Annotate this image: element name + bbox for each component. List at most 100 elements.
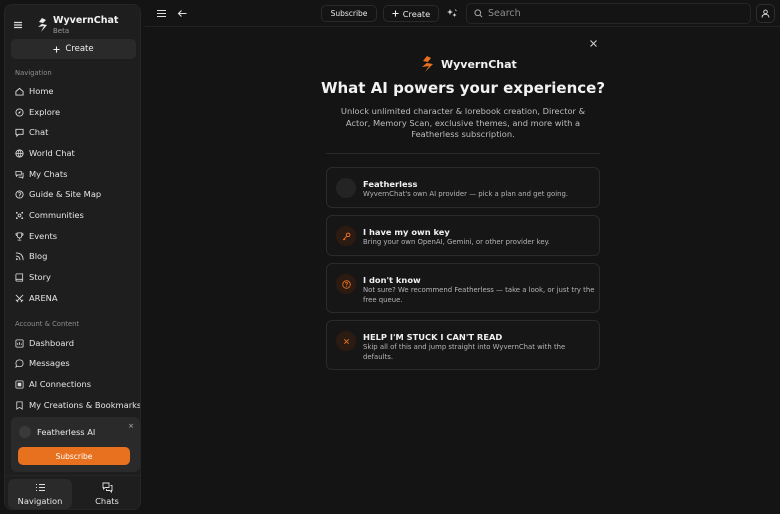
menu-icon[interactable] [156, 8, 167, 19]
option-featherless[interactable]: Featherless WyvernChat's own AI provider… [326, 167, 600, 208]
sidebar-item-messages[interactable]: Messages [15, 356, 70, 370]
sidebar-item-world-chat[interactable]: World Chat [15, 146, 75, 160]
search-bar[interactable]: Search [466, 3, 751, 24]
sidebar-item-home[interactable]: Home [15, 84, 54, 98]
modal-brand-name: WyvernChat [441, 57, 517, 71]
chats-icon [15, 170, 24, 179]
option-title: HELP I'M STUCK I CAN'T READ [363, 332, 503, 342]
sidebar-item-label: Home [29, 86, 54, 96]
sidebar-item-label: Dashboard [29, 338, 75, 348]
wyvern-logo-icon[interactable] [34, 17, 50, 33]
sidebar-item-label: World Chat [29, 148, 75, 158]
option-description: Not sure? We recommend Featherless — tak… [363, 286, 595, 304]
topbar-create-label: Create [402, 8, 431, 19]
user-menu-button[interactable] [756, 4, 775, 23]
modal-close-icon[interactable] [589, 39, 598, 48]
x-icon [336, 331, 356, 351]
back-arrow-icon[interactable] [177, 8, 188, 19]
sidebar-item-label: My Creations & Bookmarks [29, 400, 141, 410]
sidebar-item-label: Messages [29, 358, 70, 368]
swords-icon [15, 294, 24, 302]
search-input[interactable]: Search [488, 8, 521, 19]
modal-description: Unlock unlimited character & lorebook cr… [340, 106, 586, 139]
account-section-label: Account & Content [15, 320, 80, 328]
sidebar-item-communities[interactable]: Communities [15, 208, 84, 222]
top-bar: Subscribe Create Search [145, 0, 780, 27]
sidebar-item-label: Chat [29, 127, 49, 137]
promo-close-icon[interactable]: × [128, 422, 134, 430]
list-icon [35, 484, 45, 491]
sidebar-item-label: My Chats [29, 169, 68, 179]
modal-brand: WyvernChat [420, 55, 517, 73]
sidebar-item-blog[interactable]: Blog [15, 249, 47, 263]
featherless-promo-card: Featherless AI × Subscribe [11, 417, 140, 472]
option-description: WyvernChat's own AI provider — pick a pl… [363, 190, 569, 198]
option-title: I don't know [363, 275, 421, 285]
promo-subscribe-button[interactable]: Subscribe [18, 447, 130, 465]
question-icon [336, 274, 356, 294]
modal-divider [326, 153, 600, 154]
sidebar-item-chat[interactable]: Chat [15, 125, 48, 139]
tab-navigation-label: Navigation [17, 496, 63, 506]
option-dont-know[interactable]: I don't know Not sure? We recommend Feat… [326, 263, 600, 313]
sidebar-item-label: ARENA [29, 293, 58, 303]
navigation-section-label: Navigation [15, 69, 52, 77]
plus-icon [392, 10, 399, 17]
sidebar-item-creations-bookmarks[interactable]: My Creations & Bookmarks [15, 398, 141, 412]
sidebar-item-label: Guide & Site Map [29, 189, 102, 199]
option-title: Featherless [363, 179, 418, 189]
sidebar-item-label: Events [29, 231, 58, 241]
key-icon [336, 226, 356, 246]
sidebar: WyvernChat Beta Create Navigation Home E… [4, 4, 141, 510]
featherless-avatar [19, 426, 31, 438]
globe-icon [15, 148, 24, 158]
option-title: I have my own key [363, 227, 450, 237]
topbar-subscribe-button[interactable]: Subscribe [321, 5, 377, 22]
sidebar-item-label: Explore [29, 107, 61, 117]
sidebar-bottom-tabs: Navigation Chats [5, 475, 140, 509]
sidebar-header: WyvernChat Beta [5, 11, 140, 39]
chat-bubble-icon [15, 128, 24, 137]
tab-chats-label: Chats [95, 496, 119, 506]
sidebar-item-guide-site-map[interactable]: Guide & Site Map [15, 187, 101, 201]
sidebar-item-label: Story [29, 272, 51, 282]
dashboard-icon [15, 338, 24, 348]
compass-icon [15, 107, 24, 117]
sidebar-item-label: Communities [29, 210, 84, 220]
sidebar-item-arena[interactable]: ARENA [15, 291, 58, 305]
app-beta-label: Beta [53, 27, 70, 35]
sparkles-icon[interactable] [447, 8, 458, 19]
user-icon [761, 9, 770, 18]
wyvern-brand-logo-icon [422, 56, 433, 72]
home-icon [15, 87, 24, 96]
chats-tab-icon [102, 482, 112, 493]
featherless-logo-icon [336, 178, 356, 198]
sidebar-create-label: Create [65, 44, 94, 54]
topbar-create-button[interactable]: Create [383, 5, 439, 22]
trophy-icon [15, 231, 24, 241]
sidebar-item-events[interactable]: Events [15, 229, 57, 243]
hamburger-menu-icon[interactable] [13, 20, 23, 30]
modal-title: What AI powers your experience? [320, 79, 606, 97]
connection-icon [15, 379, 24, 389]
sidebar-item-story[interactable]: Story [15, 270, 51, 284]
search-icon [474, 9, 483, 18]
option-description: Bring your own OpenAI, Gemini, or other … [363, 238, 550, 246]
sidebar-create-button[interactable]: Create [11, 39, 136, 59]
message-icon [15, 358, 24, 368]
map-icon [15, 189, 24, 199]
tab-chats[interactable]: Chats [75, 479, 139, 509]
bookmark-icon [16, 400, 23, 410]
option-description: Skip all of this and jump straight into … [363, 343, 566, 361]
people-icon [15, 211, 24, 219]
sidebar-item-my-chats[interactable]: My Chats [15, 167, 67, 181]
option-own-key[interactable]: I have my own key Bring your own OpenAI,… [326, 215, 600, 256]
sidebar-item-ai-connections[interactable]: AI Connections [15, 377, 91, 391]
sidebar-item-explore[interactable]: Explore [15, 105, 60, 119]
app-title[interactable]: WyvernChat [53, 15, 118, 26]
option-help-stuck[interactable]: HELP I'M STUCK I CAN'T READ Skip all of … [326, 320, 600, 370]
plus-icon [53, 45, 60, 53]
tab-navigation[interactable]: Navigation [8, 479, 72, 509]
sidebar-item-dashboard[interactable]: Dashboard [15, 336, 74, 350]
rss-icon [15, 251, 24, 260]
